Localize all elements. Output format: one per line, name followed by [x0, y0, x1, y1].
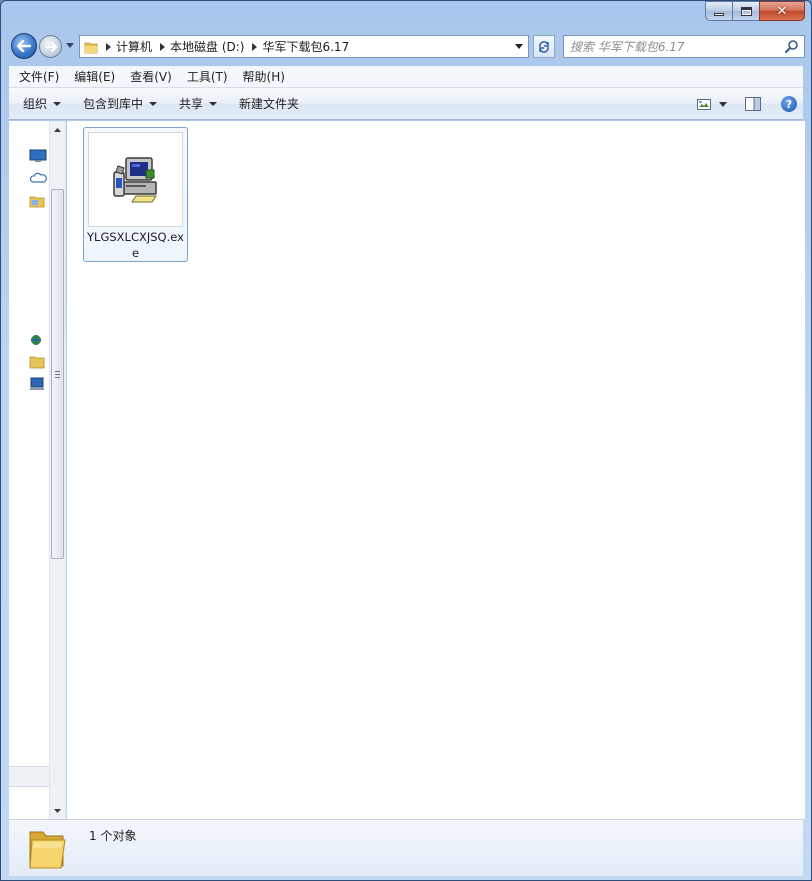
share-button[interactable]: 共享 — [171, 90, 225, 118]
file-list[interactable]: YLGSXLCXJSQ.exe — [67, 121, 805, 819]
chevron-up-icon — [54, 127, 61, 132]
maximize-icon — [740, 6, 752, 16]
chevron-down-icon — [54, 808, 61, 813]
back-arrow-icon — [17, 40, 31, 52]
refresh-button[interactable] — [533, 35, 555, 58]
file-item[interactable]: YLGSXLCXJSQ.exe — [83, 127, 188, 262]
organize-button[interactable]: 组织 — [15, 90, 69, 118]
scrollbar-thumb[interactable] — [51, 189, 64, 559]
breadcrumb-chevron-icon[interactable] — [102, 36, 114, 57]
chevron-down-icon — [53, 101, 62, 106]
search-input[interactable]: 搜索 华军下载包6.17 — [570, 38, 685, 55]
menu-edit[interactable]: 编辑(E) — [69, 66, 120, 88]
breadcrumb-current-folder[interactable]: 华军下载包6.17 — [260, 36, 353, 57]
back-button[interactable] — [11, 33, 37, 59]
breadcrumb-local-disk[interactable]: 本地磁盘 (D:) — [168, 36, 248, 57]
menu-help[interactable]: 帮助(H) — [238, 66, 290, 88]
share-label: 共享 — [179, 97, 204, 111]
address-history-dropdown[interactable] — [510, 36, 528, 57]
item-count: 1 个对象 — [89, 829, 137, 843]
caption-buttons: ✕ — [705, 1, 805, 21]
menu-view[interactable]: 查看(V) — [125, 66, 177, 88]
scroll-down-button[interactable] — [50, 802, 65, 819]
new-folder-button[interactable]: 新建文件夹 — [231, 90, 307, 118]
close-icon: ✕ — [776, 3, 788, 19]
preview-pane-icon — [745, 97, 761, 111]
menu-bar: 文件(F) 编辑(E) 查看(V) 工具(T) 帮助(H) — [9, 66, 803, 88]
include-in-library-label: 包含到库中 — [83, 97, 144, 111]
include-in-library-button[interactable]: 包含到库中 — [75, 90, 165, 118]
menu-file[interactable]: 文件(F) — [14, 66, 64, 88]
new-folder-label: 新建文件夹 — [239, 97, 300, 111]
menu-tools[interactable]: 工具(T) — [182, 66, 233, 88]
navigation-pane-scrollbar[interactable] — [49, 121, 66, 819]
breadcrumb-chevron-icon[interactable] — [248, 36, 260, 57]
organize-label: 组织 — [23, 97, 48, 111]
change-view-button[interactable] — [697, 98, 727, 110]
file-name: YLGSXLCXJSQ.exe — [87, 230, 184, 260]
forward-button[interactable] — [39, 35, 62, 58]
navigation-bar: 计算机 本地磁盘 (D:) 华军下载包6.17 搜索 华军下载包6.17 — [9, 31, 805, 61]
file-thumbnail — [88, 132, 183, 227]
breadcrumb-chevron-icon[interactable] — [156, 36, 168, 57]
cloud-icon[interactable] — [29, 171, 47, 185]
address-bar[interactable]: 计算机 本地磁盘 (D:) 华军下载包6.17 — [79, 35, 529, 58]
maximize-button[interactable] — [732, 1, 759, 21]
desktop-icon[interactable] — [29, 149, 47, 163]
navigation-pane — [9, 121, 49, 819]
chevron-down-icon — [149, 101, 158, 106]
computer-icon[interactable] — [29, 377, 47, 391]
preview-pane-button[interactable] — [745, 97, 761, 111]
minimize-button[interactable] — [705, 1, 732, 21]
folder-icon — [80, 36, 102, 57]
view-thumbnail-icon — [697, 98, 711, 110]
chevron-down-icon — [209, 101, 218, 106]
chevron-down-icon — [719, 101, 727, 107]
refresh-icon — [539, 40, 549, 53]
search-box[interactable]: 搜索 华军下载包6.17 — [563, 35, 805, 58]
grip-icon — [55, 370, 60, 378]
search-icon[interactable] — [784, 39, 799, 54]
recent-places-icon[interactable] — [29, 194, 47, 208]
chevron-down-icon — [66, 42, 74, 48]
close-button[interactable]: ✕ — [759, 1, 805, 21]
explorer-window: ✕ 计算机 本地磁盘 (D:) 华军下载包6.17 搜索 华军下载包6.17 文… — [0, 0, 812, 881]
minimize-icon — [714, 12, 724, 16]
recent-pages-dropdown[interactable] — [65, 40, 75, 50]
scroll-up-button[interactable] — [50, 121, 65, 138]
libraries-folder-icon[interactable] — [29, 355, 47, 369]
folder-icon — [29, 831, 66, 869]
view-controls: ? — [697, 92, 797, 116]
forward-arrow-icon — [44, 41, 57, 52]
network-icon[interactable] — [29, 333, 47, 347]
installer-exe-icon — [112, 156, 157, 202]
chevron-down-icon — [515, 44, 523, 49]
navigation-pane-horizontal-scrollbar[interactable] — [9, 766, 49, 787]
breadcrumb-computer[interactable]: 计算机 — [114, 36, 156, 57]
help-icon[interactable]: ? — [781, 96, 797, 112]
command-bar: 组织 包含到库中 共享 新建文件夹 ? — [9, 88, 803, 120]
details-pane: 1 个对象 — [9, 819, 803, 876]
